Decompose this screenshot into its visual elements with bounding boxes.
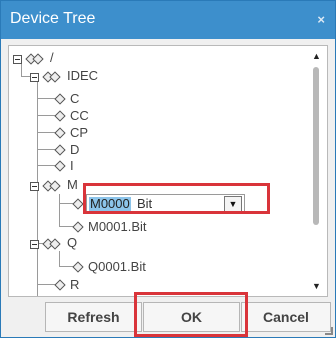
editor-highlight-box <box>83 183 270 214</box>
diamond-leaf-icon <box>54 279 66 291</box>
tree-node-label: Q <box>67 235 78 250</box>
tree-node-label: CC <box>70 108 89 123</box>
device-node-icon <box>42 237 62 250</box>
diamond-leaf-icon <box>54 144 66 156</box>
tree-node-label: CP <box>70 125 89 140</box>
tree-node-label: IDEC <box>67 68 99 83</box>
tree-node-r[interactable]: R <box>53 278 79 292</box>
tree-node-label: I <box>70 158 74 173</box>
tree-node-c[interactable]: C <box>53 92 79 106</box>
tree-node-d[interactable]: D <box>53 143 79 157</box>
tree-node-label: M <box>67 177 78 192</box>
refresh-button[interactable]: Refresh <box>45 302 142 332</box>
expander-minus-icon[interactable] <box>13 55 22 64</box>
tree-line <box>59 194 60 227</box>
diamond-leaf-icon <box>54 160 66 172</box>
tree-node-q[interactable]: Q <box>42 236 77 250</box>
tree-node-m0001[interactable]: M0001.Bit <box>71 220 147 234</box>
tree-node-label: R <box>70 277 80 292</box>
tree-node-m[interactable]: M <box>42 178 78 192</box>
tree-line <box>59 251 60 267</box>
expander-minus-icon[interactable] <box>30 73 39 82</box>
device-node-icon <box>25 52 45 65</box>
device-node-icon <box>42 70 62 83</box>
diamond-leaf-icon <box>72 221 84 233</box>
tree-node-label: / <box>50 50 54 65</box>
title-bar: Device Tree × <box>1 1 335 39</box>
dialog-title: Device Tree <box>10 10 96 27</box>
tree-node-root[interactable]: / <box>25 51 54 65</box>
ok-highlight-box <box>134 292 248 337</box>
tree-node-label: D <box>70 142 80 157</box>
vertical-scrollbar[interactable]: ▲ ▼ <box>311 51 323 291</box>
scrollbar-thumb[interactable] <box>313 67 319 225</box>
expander-minus-icon[interactable] <box>30 240 39 249</box>
cancel-button[interactable]: Cancel <box>241 302 331 332</box>
resize-grip-icon[interactable] <box>325 327 333 335</box>
tree-node-label: C <box>70 91 80 106</box>
tree-node-label: M0001.Bit <box>88 219 147 234</box>
tree-node-cp[interactable]: CP <box>53 126 88 140</box>
tree-panel: / IDEC C CC CP D I M M0000 Bit ▼ M0001.B… <box>8 45 328 297</box>
diamond-leaf-icon <box>72 261 84 273</box>
diamond-leaf-icon <box>54 110 66 122</box>
scroll-down-icon[interactable]: ▼ <box>312 281 321 291</box>
tree-line <box>21 64 22 76</box>
tree-node-cc[interactable]: CC <box>53 109 89 123</box>
close-icon[interactable]: × <box>317 12 325 27</box>
device-node-icon <box>42 179 62 192</box>
tree-node-label: Q0001.Bit <box>88 259 146 274</box>
tree-node-idec[interactable]: IDEC <box>42 69 98 83</box>
tree-node-i[interactable]: I <box>53 159 74 173</box>
diamond-leaf-icon <box>54 127 66 139</box>
scroll-up-icon[interactable]: ▲ <box>312 51 321 61</box>
diamond-leaf-icon <box>54 93 66 105</box>
device-tree-dialog: Device Tree × / IDEC C CC CP D I M M0000… <box>0 0 336 338</box>
expander-minus-icon[interactable] <box>30 182 39 191</box>
tree-node-q0001[interactable]: Q0001.Bit <box>71 260 146 274</box>
